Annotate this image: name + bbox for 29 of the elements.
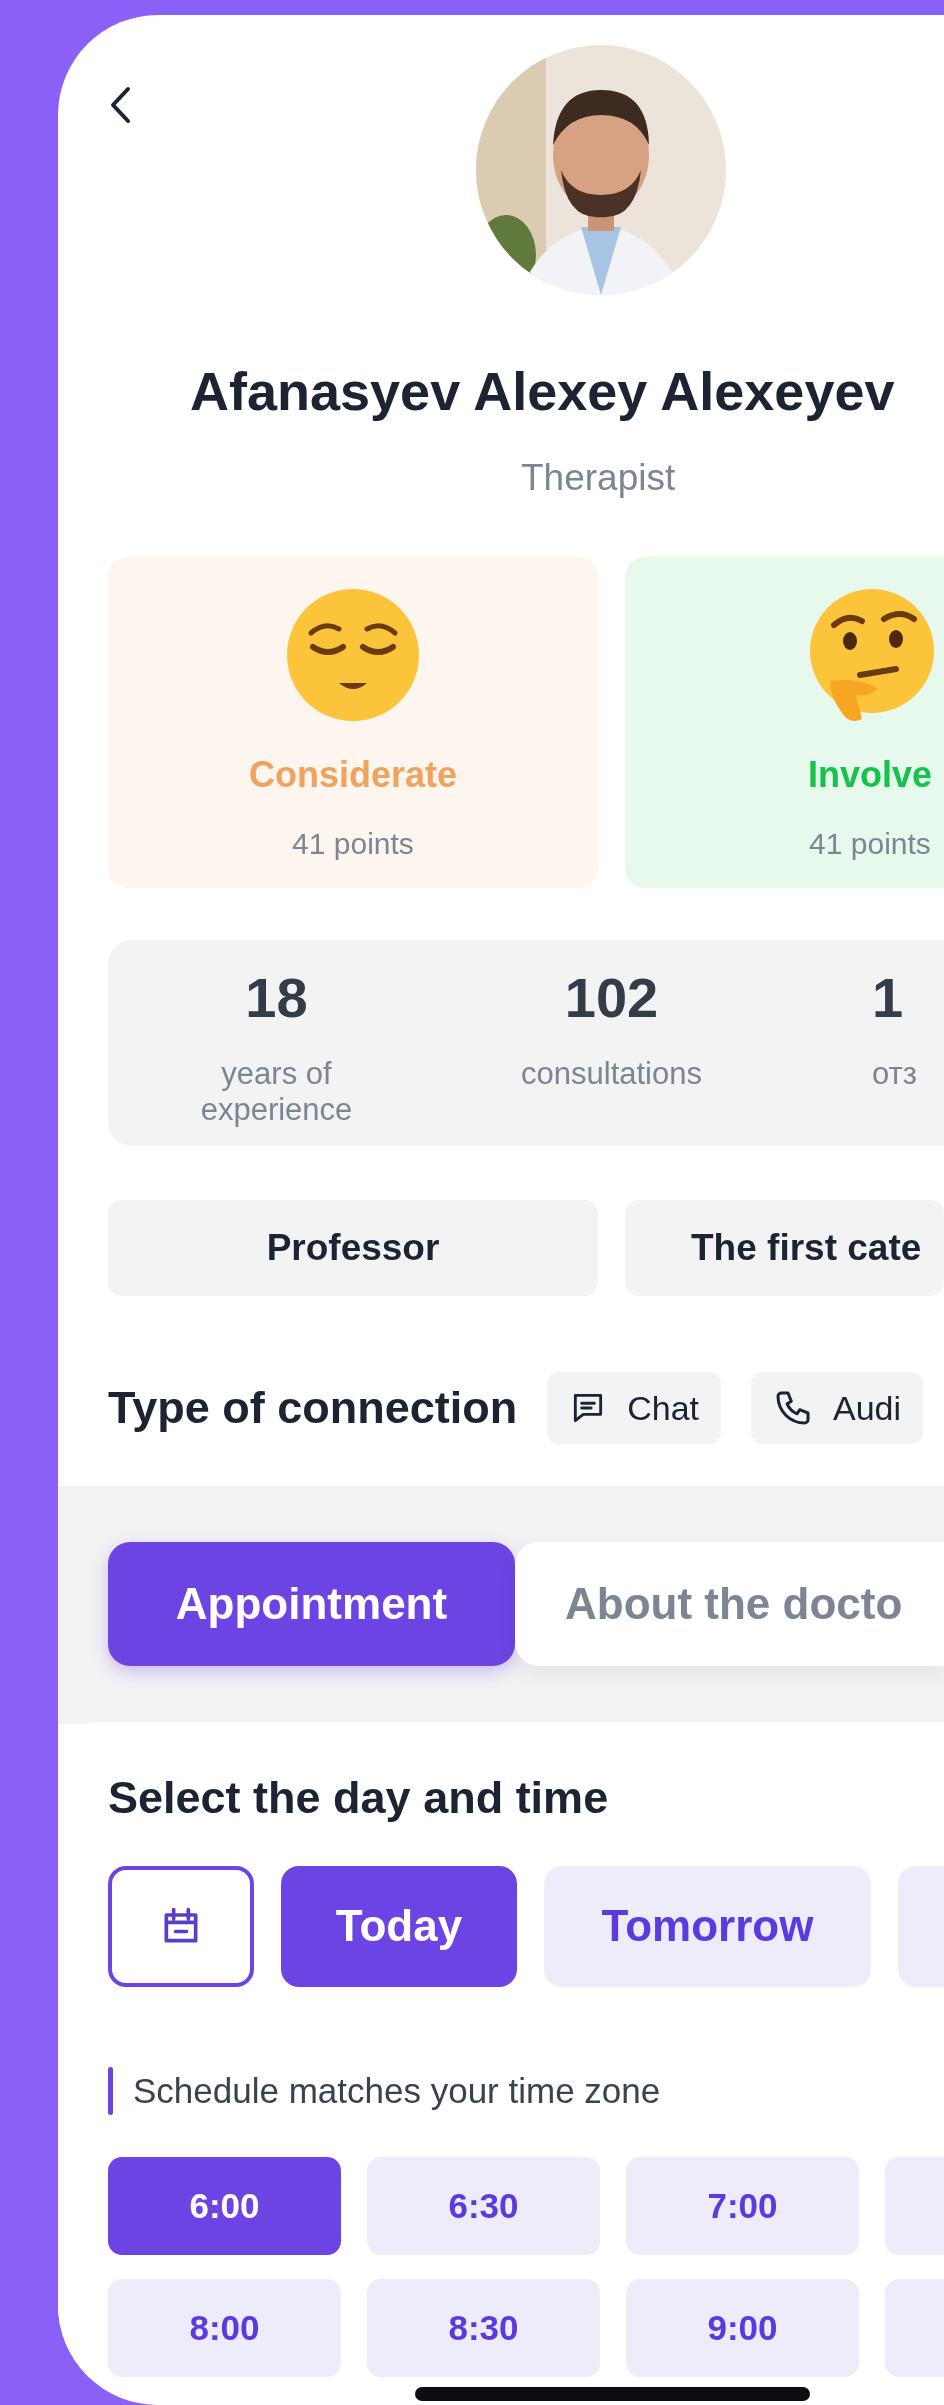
- calendar-button[interactable]: [108, 1865, 254, 1987]
- time-slot[interactable]: 8:30: [367, 2279, 600, 2377]
- trait-points: 41 points: [809, 829, 931, 859]
- specialty-label: Therapist: [521, 458, 676, 496]
- back-icon[interactable]: [108, 85, 132, 125]
- trait-points: 41 points: [292, 829, 414, 859]
- time-slot[interactable]: 7:00: [626, 2157, 859, 2255]
- connection-chip[interactable]: Audi: [751, 1372, 924, 1444]
- time-slot[interactable]: 6:30: [367, 2157, 600, 2255]
- time-slot[interactable]: 6:00: [108, 2157, 341, 2255]
- time-slot[interactable]: 8:00: [108, 2279, 341, 2377]
- stat-value: 1: [872, 970, 904, 1026]
- section-title: Type of connection: [108, 1381, 518, 1436]
- title-tag: Professor: [108, 1200, 598, 1296]
- day-button[interactable]: Tomorrow: [544, 1865, 871, 1987]
- title-tag: The first cate: [625, 1200, 944, 1296]
- connection-chip[interactable]: Chat: [547, 1372, 721, 1444]
- tab[interactable]: Appointment: [108, 1542, 515, 1666]
- stat-label: отз: [872, 1056, 918, 1092]
- stat-label: years of experience: [199, 1056, 354, 1128]
- trait-label: Involve: [807, 757, 933, 793]
- time-slot[interactable]: 9:00: [626, 2279, 859, 2377]
- day-button[interactable]: Today: [281, 1865, 517, 1987]
- trait-label: Considerate: [248, 757, 458, 793]
- time-zone-note: Schedule matches your time zone: [133, 2069, 661, 2112]
- stat-value: 18: [245, 970, 308, 1026]
- stat-value: 102: [564, 970, 659, 1026]
- stat-label: consultations: [520, 1056, 703, 1092]
- section-title: Select the day and time: [108, 1771, 610, 1825]
